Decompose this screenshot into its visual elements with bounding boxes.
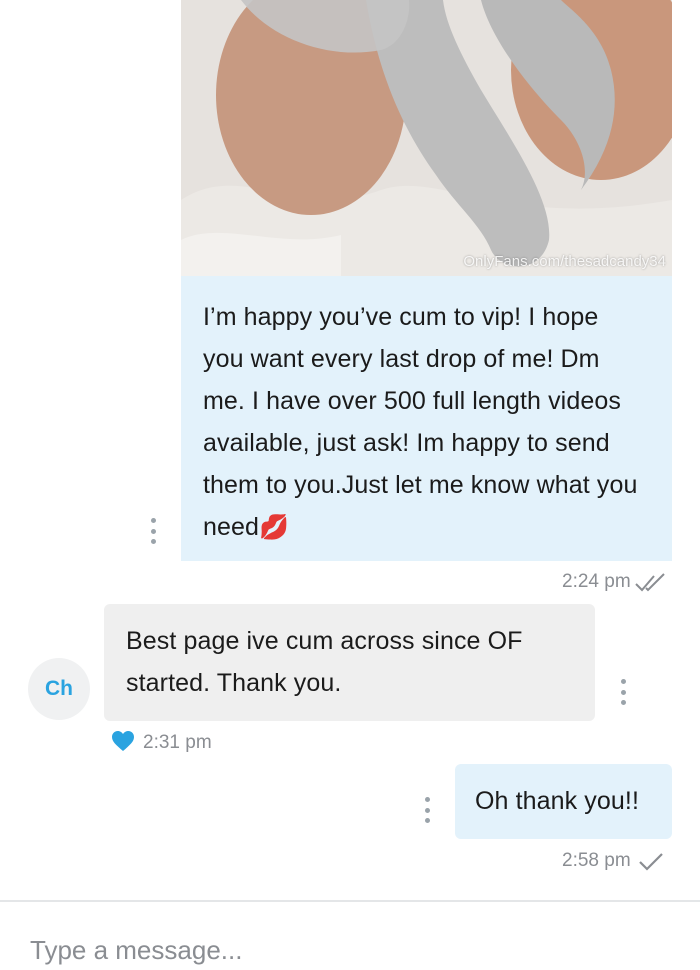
message-time: 2:58 pm [562, 850, 631, 871]
composer-divider [0, 900, 700, 902]
avatar[interactable]: Ch [28, 658, 90, 720]
media-watermark: OnlyFans.com/thesadcandy34 [463, 253, 666, 270]
message-time: 2:31 pm [143, 732, 212, 753]
message-time: 2:24 pm [562, 571, 631, 592]
message-input[interactable] [30, 930, 670, 970]
message-options-icon[interactable] [149, 518, 157, 544]
media-photo [181, 0, 672, 276]
outgoing-message-bubble[interactable]: Oh thank you!! [455, 764, 672, 839]
message-text: Best page ive cum across since OF starte… [126, 627, 523, 697]
message-text: I’m happy you’ve cum to vip! I hope you … [203, 303, 638, 541]
message-media-image[interactable]: OnlyFans.com/thesadcandy34 [181, 0, 672, 276]
message-options-icon[interactable] [619, 679, 627, 705]
outgoing-message-bubble[interactable]: I’m happy you’ve cum to vip! I hope you … [181, 276, 672, 561]
kiss-emoji-icon: 💋 [259, 514, 289, 541]
incoming-message-bubble[interactable]: Best page ive cum across since OF starte… [104, 604, 595, 721]
double-check-icon [635, 573, 665, 592]
avatar-initials: Ch [45, 677, 73, 700]
message-options-icon[interactable] [423, 797, 431, 823]
message-text: Oh thank you!! [475, 787, 639, 815]
heart-icon[interactable] [111, 730, 135, 752]
check-icon [639, 853, 663, 871]
